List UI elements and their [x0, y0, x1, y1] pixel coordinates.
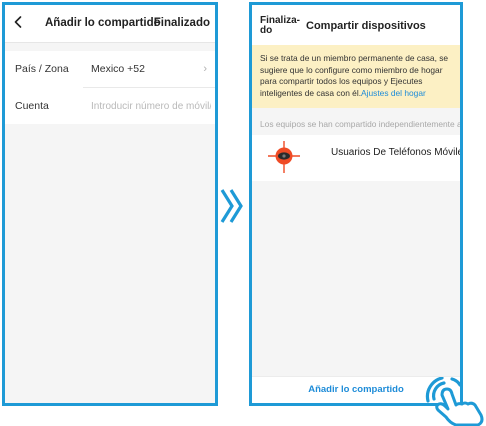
double-chevron-right-icon: [220, 189, 243, 223]
account-label: Cuenta: [15, 100, 49, 112]
device-icon: [268, 141, 300, 173]
shared-devices-hint: Los equipos se han compartido independie…: [260, 119, 462, 129]
share-devices-screen: Finaliza-do Compartir dispositivos Si se…: [249, 2, 463, 406]
done-button[interactable]: Finalizado: [154, 17, 210, 29]
account-input[interactable]: [91, 96, 211, 116]
left-header: Añadir lo compartido Finalizado: [5, 5, 215, 43]
tap-hand-icon: [425, 377, 484, 426]
chevron-right-icon: ›: [203, 63, 207, 75]
add-share-screen: Añadir lo compartido Finalizado País / Z…: [2, 2, 218, 406]
back-icon[interactable]: [11, 13, 25, 31]
device-list-item[interactable]: Usuarios De Teléfonos Móviles: [252, 135, 460, 181]
share-form: País / Zona Mexico +52 › Cuenta: [5, 51, 215, 124]
done-button[interactable]: Finaliza-do: [260, 16, 300, 36]
right-header: Finaliza-do Compartir dispositivos: [252, 5, 460, 45]
account-row: Cuenta: [5, 88, 215, 124]
header-divider: [5, 42, 215, 43]
home-settings-link[interactable]: Ajustes del hogar: [361, 88, 426, 98]
country-zone-value[interactable]: Mexico +52: [91, 63, 145, 75]
page-title: Añadir lo compartido: [45, 17, 161, 29]
country-zone-row[interactable]: País / Zona Mexico +52 ›: [5, 51, 215, 87]
device-name: Usuarios De Teléfonos Móviles: [331, 147, 463, 158]
home-member-notice: Si se trata de un miembro permanente de …: [252, 45, 460, 108]
page-title: Compartir dispositivos: [306, 20, 426, 32]
country-zone-label: País / Zona: [15, 63, 69, 75]
